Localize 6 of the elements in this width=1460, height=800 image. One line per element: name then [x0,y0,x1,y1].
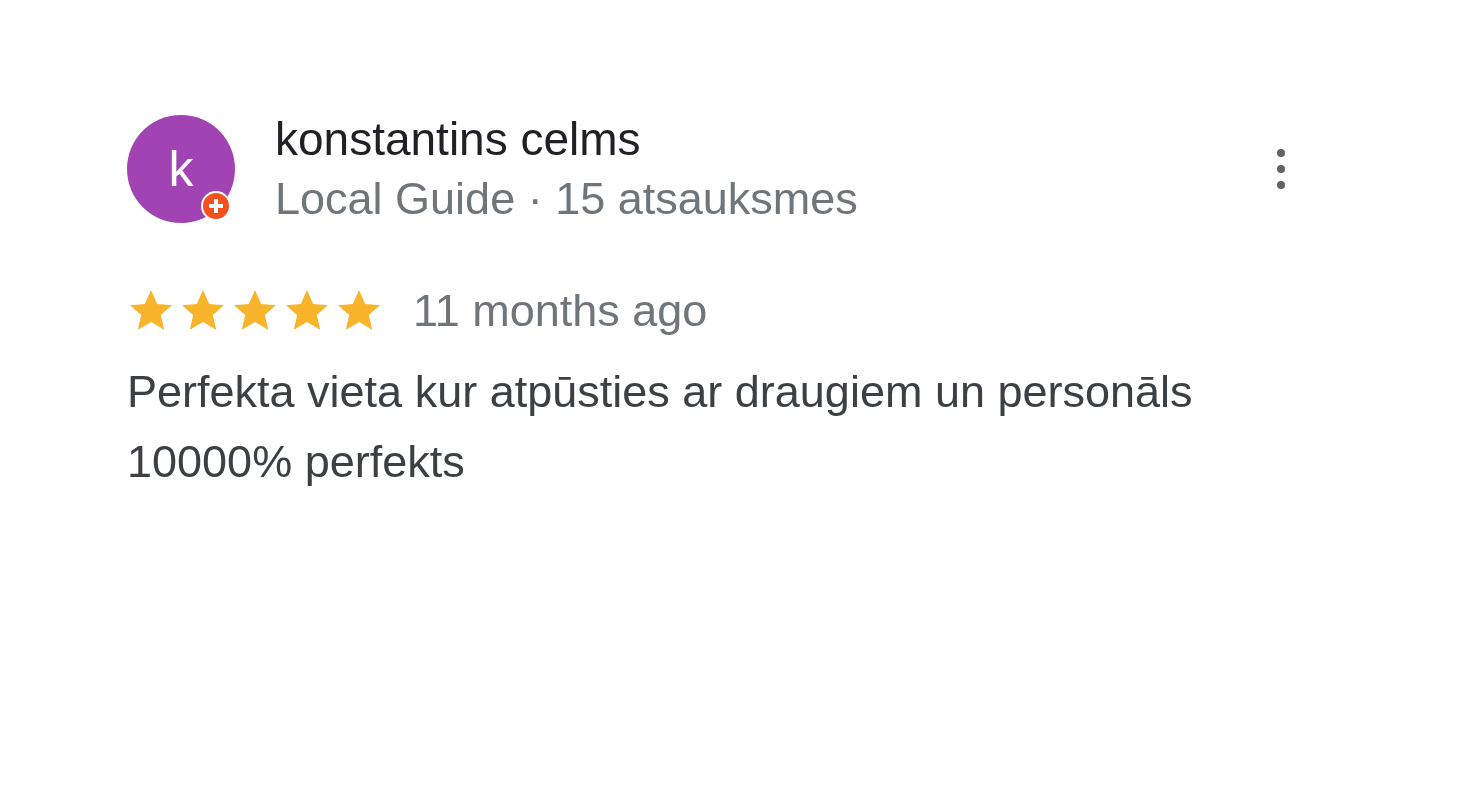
avatar: k [127,115,235,223]
author-subtitle: Local Guide · 15 atsauksmes [275,173,859,225]
more-options-icon[interactable] [1275,147,1287,191]
review-text: Perfekta vieta kur atpūsties ar draugiem un personāls 10000% perfekts [127,365,1194,489]
author-name[interactable]: konstantins celms [275,113,1235,165]
review-time: 11 months ago [413,285,708,337]
